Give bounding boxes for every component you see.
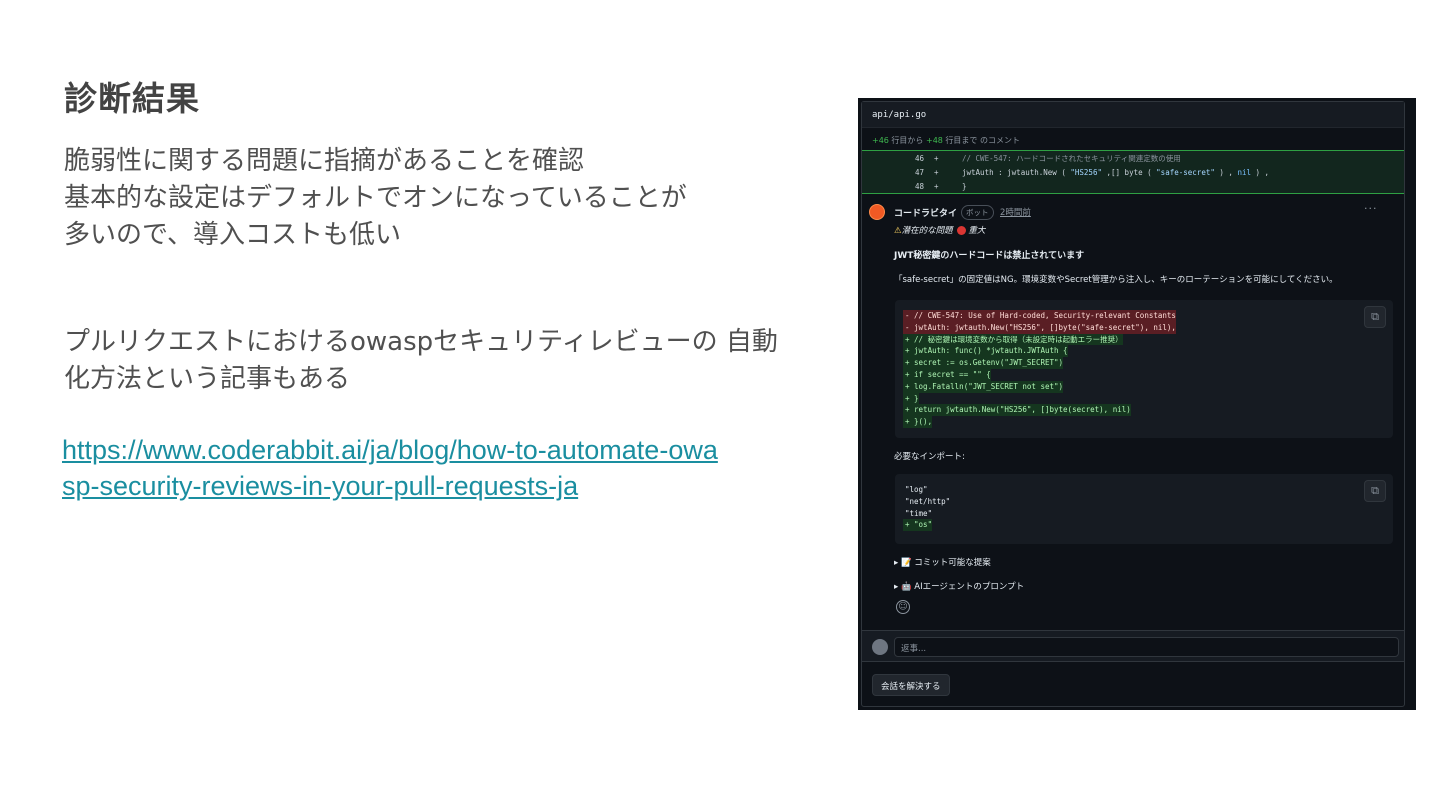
import-line: "net/http" xyxy=(905,496,951,506)
article-note-line: プルリクエストにおけるowaspセキュリティレビューの 自動 xyxy=(64,327,778,357)
article-link[interactable]: https://www.coderabbit.ai/ja/blog/how-to… xyxy=(62,432,802,504)
imports-block: "log" "net/http" "time" + "os" ⧉ xyxy=(895,474,1393,544)
import-line: "log" xyxy=(905,485,928,494)
line-range: +46 行目から +48 行目まで のコメント xyxy=(862,128,1404,150)
code-text: // CWE-547: ハードコードされたセキュリティ関連定数の使用 xyxy=(962,154,1181,163)
line-number: 47 xyxy=(914,168,924,177)
severity-dot-icon xyxy=(957,226,967,235)
suggestion-block: - // CWE-547: Use of Hard-coded, Securit… xyxy=(895,300,1393,438)
diff-sign: + xyxy=(934,182,939,191)
comment-description: 「safe-secret」の固定値はNG。環境変数やSecret管理から注入し、… xyxy=(894,275,1338,285)
article-link-line[interactable]: https://www.coderabbit.ai/ja/blog/how-to… xyxy=(62,432,802,468)
user-avatar[interactable] xyxy=(872,639,888,655)
diff-sign: + xyxy=(934,168,939,177)
review-thread: api/api.go +46 行目から +48 行目まで のコメント 46 + … xyxy=(861,101,1405,707)
range-start: +46 xyxy=(872,136,889,145)
diff-line: - // CWE-547: Use of Hard-coded, Securit… xyxy=(903,310,1176,322)
article-link-line[interactable]: sp-security-reviews-in-your-pull-request… xyxy=(62,468,802,504)
ai-prompt-toggle[interactable]: ▸ 🤖 AIエージェントのプロンプト xyxy=(894,580,1024,592)
reply-input[interactable]: 返事... xyxy=(894,637,1399,657)
reply-area: 返事... xyxy=(862,630,1404,662)
diff-line: 48 + } xyxy=(862,180,1404,193)
commit-suggestion-toggle[interactable]: ▸ 📝 コミット可能な提案 xyxy=(894,556,991,568)
code-text: } xyxy=(962,182,967,191)
code-text: jwtAuth : jwtauth.New ( "HS256" ,[] byte… xyxy=(962,168,1270,177)
review-comment: コードラビタイ ボット 2時間前 ··· ⚠潜在的な問題 重大 JWT秘密鍵のハ… xyxy=(862,198,1404,628)
more-options-icon[interactable]: ··· xyxy=(1364,202,1378,215)
warning-icon: ⚠ xyxy=(894,226,902,236)
diff-line: + return jwtauth.New("HS256", []byte(sec… xyxy=(903,404,1131,417)
file-path[interactable]: api/api.go xyxy=(862,102,1404,128)
diff-line: 46 + // CWE-547: ハードコードされたセキュリティ関連定数の使用 xyxy=(862,152,1404,165)
comment-time[interactable]: 2時間前 xyxy=(1000,206,1031,218)
article-note: プルリクエストにおけるowaspセキュリティレビューの 自動 化方法という記事も… xyxy=(64,324,804,398)
diff-line: + jwtAuth: func() *jwtauth.JWTAuth { xyxy=(903,345,1068,358)
bullet-line: 基本的な設定はデフォルトでオンになっていることが xyxy=(64,183,687,213)
imports-label: 必要なインポート: xyxy=(894,452,965,462)
issue-label: ⚠潜在的な問題 重大 xyxy=(894,226,986,236)
resolve-conversation-button[interactable]: 会話を解決する xyxy=(872,674,950,696)
line-number: 48 xyxy=(914,182,924,191)
bot-badge: ボット xyxy=(961,205,994,220)
comment-heading: JWT秘密鍵のハードコードは禁止されています xyxy=(894,251,1085,261)
diff-line: - jwtAuth: jwtauth.New("HS256", []byte("… xyxy=(903,321,1176,334)
bot-avatar[interactable] xyxy=(869,204,885,220)
range-mid: 行目から xyxy=(888,136,926,145)
copy-icon[interactable]: ⧉ xyxy=(1364,306,1386,328)
review-screenshot: api/api.go +46 行目から +48 行目まで のコメント 46 + … xyxy=(858,98,1416,710)
bullet-line: 脆弱性に関する問題に指摘があることを確認 xyxy=(64,146,585,176)
bullet-text: 脆弱性に関する問題に指摘があることを確認 基本的な設定はデフォルトでオンになって… xyxy=(64,143,804,254)
add-reaction-icon[interactable]: ☺ xyxy=(896,600,910,614)
import-line: "time" xyxy=(905,508,933,518)
severity-label: 重大 xyxy=(968,226,986,236)
diff-line: + } xyxy=(903,392,919,405)
range-tail: 行目まで のコメント xyxy=(942,136,1020,145)
diff-line: 47 + jwtAuth : jwtauth.New ( "HS256" ,[]… xyxy=(862,166,1404,179)
diff-context: 46 + // CWE-547: ハードコードされたセキュリティ関連定数の使用 … xyxy=(862,150,1404,194)
range-end: +48 xyxy=(925,136,943,145)
copy-icon[interactable]: ⧉ xyxy=(1364,480,1386,502)
diff-line: + // 秘密鍵は環境変数から取得（未設定時は起動エラー推奨） xyxy=(903,333,1123,346)
slide-title: 診断結果 xyxy=(64,79,200,118)
diff-line: + }(), xyxy=(903,416,933,428)
article-note-line: 化方法という記事もある xyxy=(64,364,351,394)
diff-line: + log.Fatalln("JWT_SECRET not set") xyxy=(903,380,1064,393)
line-number: 46 xyxy=(914,154,924,163)
diff-line: + if secret == "" { xyxy=(903,369,991,381)
diff-line: + secret := os.Getenv("JWT_SECRET") xyxy=(903,357,1064,369)
comment-author[interactable]: コードラビタイ xyxy=(894,206,957,219)
bullet-line: 多いので、導入コストも低い xyxy=(64,220,401,250)
diff-sign: + xyxy=(934,154,939,163)
import-line: + "os" xyxy=(903,519,933,532)
